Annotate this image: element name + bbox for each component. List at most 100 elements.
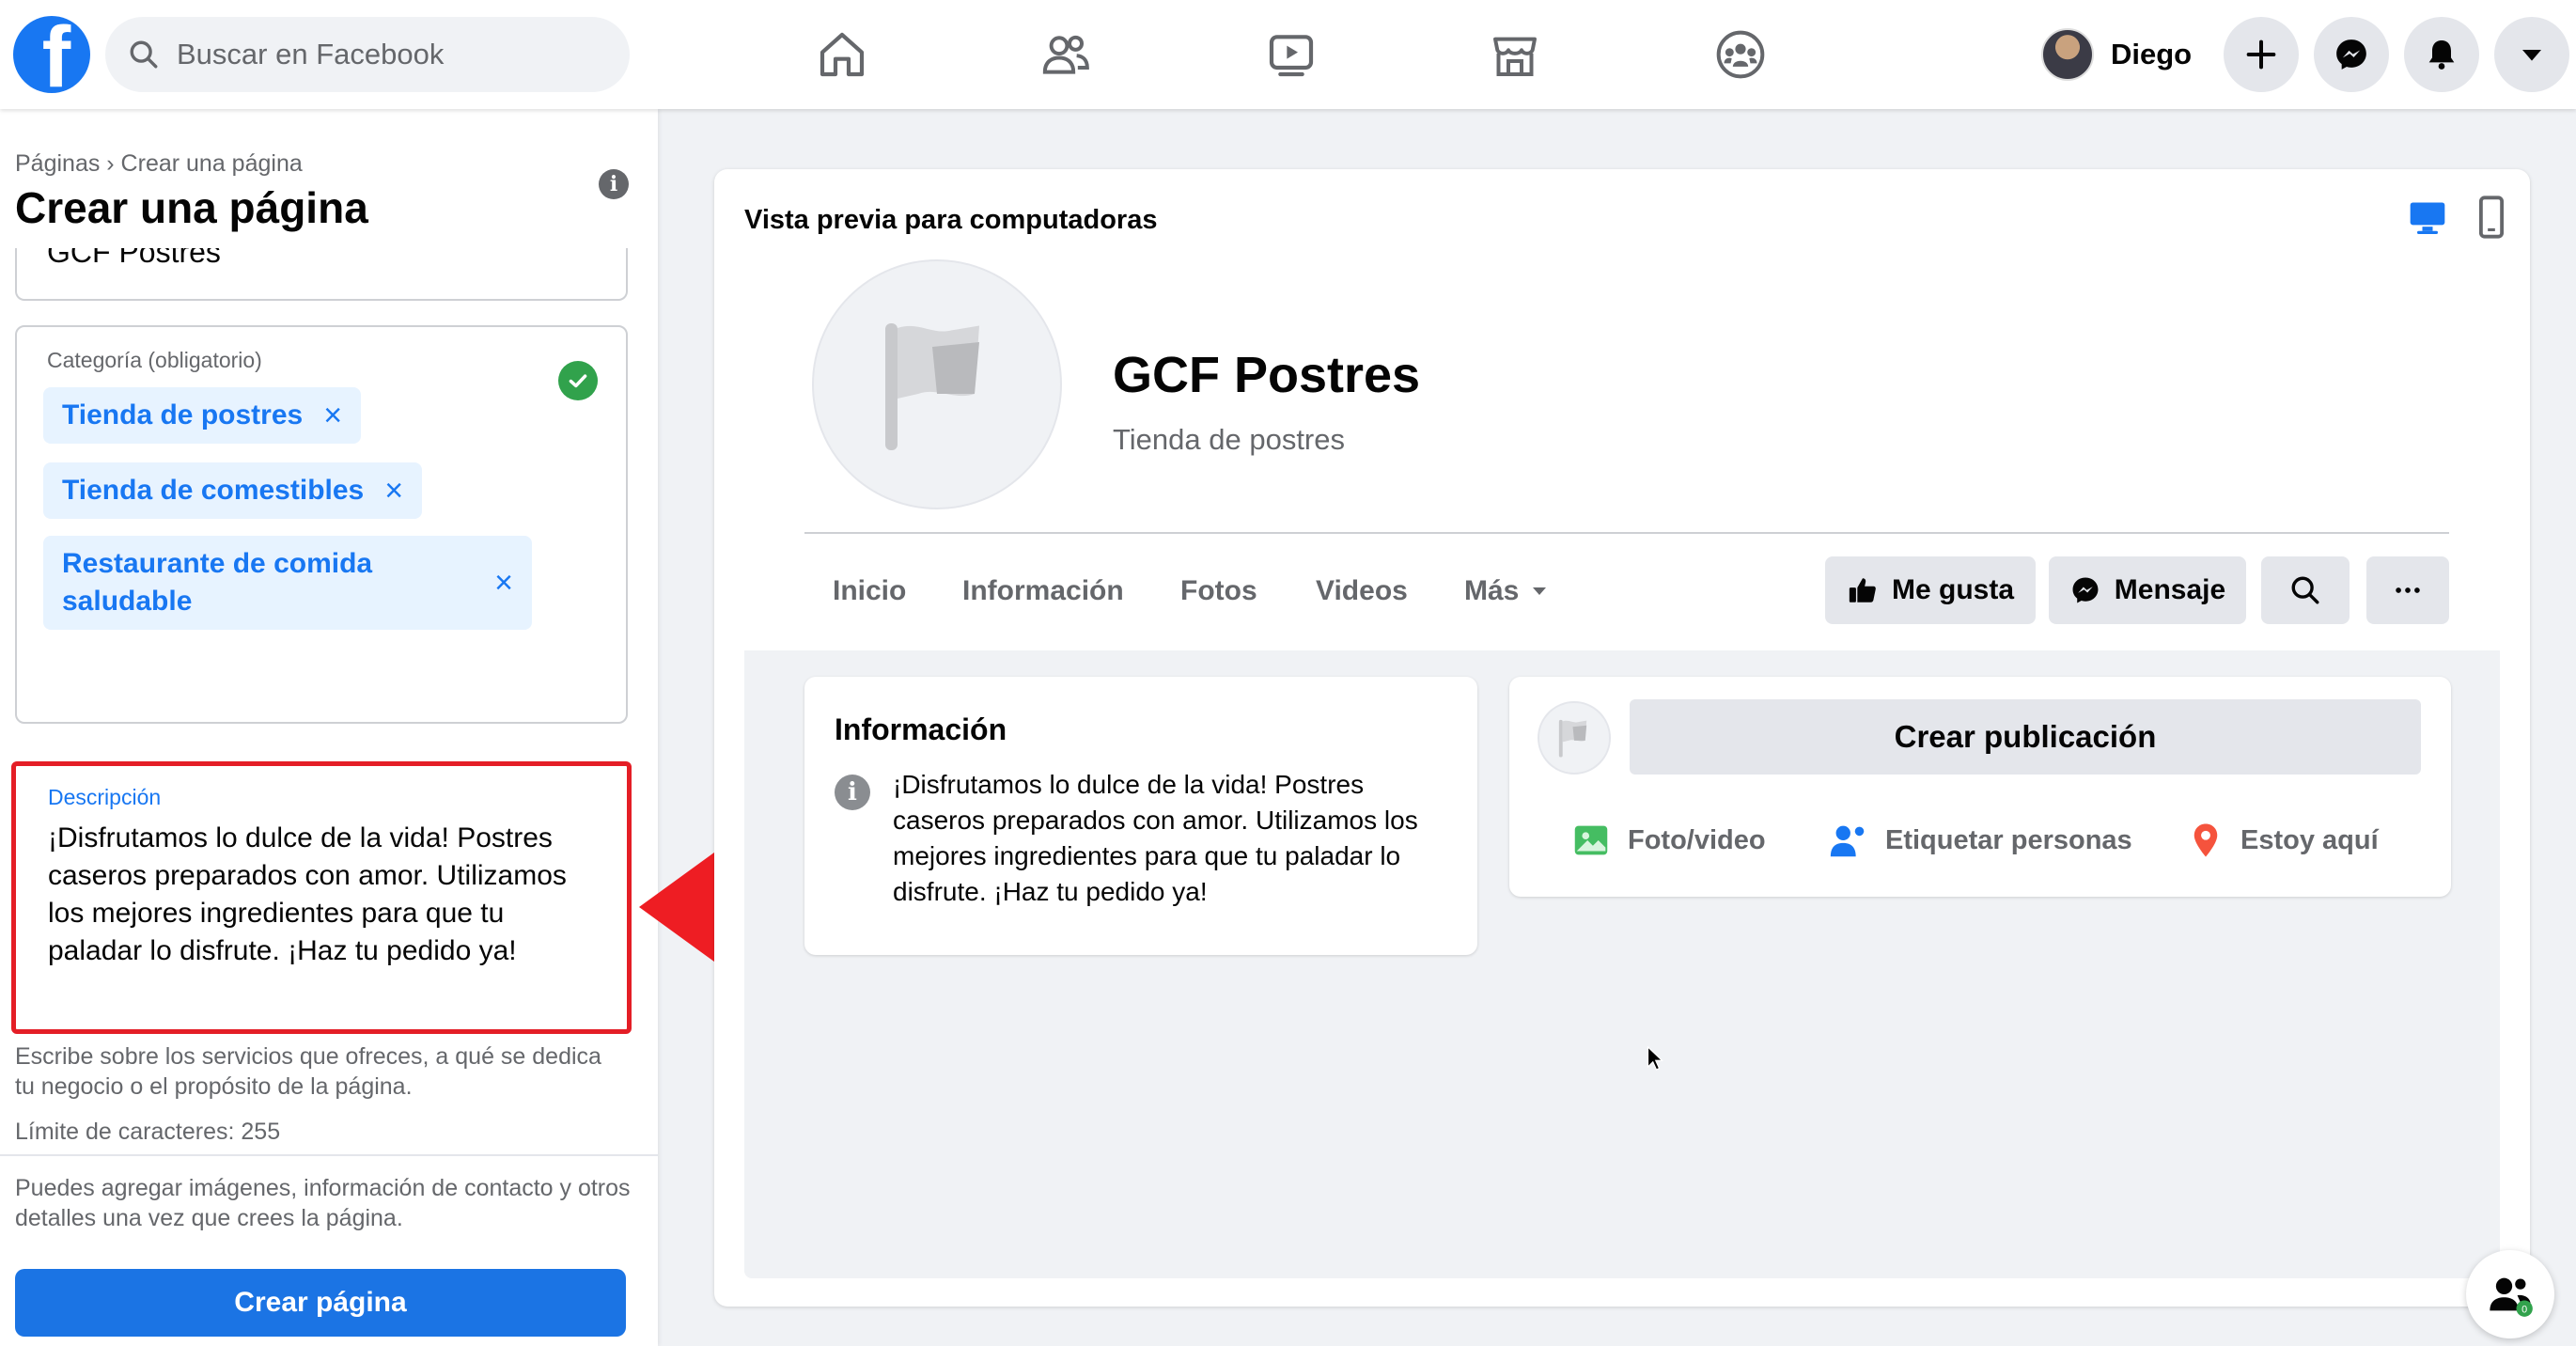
search-page-button[interactable] — [2261, 556, 2350, 624]
contacts-icon: 0 — [2490, 1277, 2533, 1317]
account-menu-button[interactable] — [2494, 17, 2569, 92]
close-icon[interactable]: × — [494, 564, 513, 602]
more-options-button[interactable] — [2366, 556, 2449, 624]
create-page-button[interactable]: Crear página — [15, 1269, 626, 1337]
page-title: Crear una página — [15, 183, 368, 232]
search-box[interactable] — [105, 17, 630, 92]
page-name-value: GCF Postres — [47, 248, 221, 269]
category-label: Categoría (obligatorio) — [47, 348, 262, 372]
description-label: Descripción — [48, 785, 162, 809]
photo-icon — [1574, 825, 1608, 855]
check-in-label: Estoy aquí — [2240, 824, 2379, 855]
more-icon — [2396, 587, 2420, 593]
friends-icon — [1042, 35, 1089, 74]
message-button-label: Mensaje — [2114, 574, 2226, 605]
tag-people-label: Etiquetar personas — [1885, 824, 2132, 855]
tab-fotos[interactable]: Fotos — [1180, 575, 1257, 607]
messenger-icon — [2072, 577, 2099, 603]
divider — [0, 1154, 658, 1156]
divider — [804, 532, 2449, 534]
thumbs-up-icon — [1849, 578, 1876, 603]
marketplace-icon — [1493, 37, 1537, 76]
description-text[interactable]: ¡Disfrutamos lo dulce de la vida! Postre… — [48, 820, 599, 970]
groups-icon — [1716, 30, 1765, 79]
close-icon[interactable]: × — [323, 398, 342, 434]
avatar — [2041, 28, 2094, 81]
info-note-text: Puedes agregar imágenes, información de … — [15, 1175, 631, 1231]
photo-video-label: Foto/video — [1628, 824, 1766, 855]
marketplace-nav-button[interactable] — [1481, 21, 1549, 88]
desktop-icon[interactable] — [2406, 197, 2449, 239]
top-navigation-bar: f Diego — [0, 0, 2576, 109]
profile-button[interactable]: Diego — [2041, 21, 2192, 88]
tab-mas-label: Más — [1464, 575, 1520, 606]
preview-page-category: Tienda de postres — [1113, 423, 1346, 456]
watch-nav-button[interactable] — [1257, 21, 1325, 88]
messenger-icon — [2336, 39, 2366, 70]
preview-title: Vista previa para computadoras — [744, 205, 1158, 235]
category-chip[interactable]: Tienda de comestibles × — [43, 462, 423, 519]
character-limit-text: Límite de caracteres: 255 — [15, 1119, 281, 1145]
home-icon — [820, 32, 865, 77]
location-pin-icon — [2194, 823, 2218, 857]
friends-nav-button[interactable] — [1032, 21, 1100, 88]
flag-icon — [1558, 719, 1587, 758]
description-help-text: Escribe sobre los servicios que ofreces,… — [15, 1043, 601, 1100]
search-icon — [2291, 576, 2319, 604]
mouse-cursor-icon — [1647, 1045, 1663, 1071]
tab-mas[interactable]: Más — [1464, 575, 1551, 607]
contacts-button[interactable]: 0 — [2466, 1250, 2554, 1338]
mobile-icon[interactable] — [2477, 196, 2506, 239]
create-post-button[interactable]: Crear publicación — [1630, 699, 2421, 775]
bell-icon — [2428, 40, 2455, 70]
contacts-count: 0 — [2521, 1305, 2527, 1316]
check-icon — [558, 361, 598, 400]
facebook-logo-letter: f — [41, 16, 71, 93]
info-card: Información i ¡Disfrutamos lo dulce de l… — [804, 677, 1477, 955]
info-icon[interactable]: i — [599, 169, 629, 199]
photo-video-button[interactable]: Foto/video — [1569, 818, 1766, 863]
watch-icon — [1269, 35, 1314, 77]
message-button[interactable]: Mensaje — [2049, 556, 2246, 624]
check-in-button[interactable]: Estoy aquí — [2186, 818, 2379, 863]
info-card-text: ¡Disfrutamos lo dulce de la vida! Postre… — [893, 770, 1418, 906]
category-chip[interactable]: Tienda de postres × — [43, 387, 362, 444]
category-field[interactable]: Categoría (obligatorio) Tienda de postre… — [15, 325, 628, 724]
tag-people-icon — [1830, 825, 1865, 857]
groups-nav-button[interactable] — [1707, 21, 1774, 88]
like-button[interactable]: Me gusta — [1825, 556, 2036, 624]
caret-down-icon — [1533, 587, 1547, 595]
info-icon: i — [835, 775, 870, 810]
create-page-panel: Páginas › Crear una página Crear una pág… — [0, 109, 658, 1346]
caret-down-icon — [2522, 50, 2541, 61]
category-chip-label: Tienda de comestibles — [62, 475, 365, 506]
page-profile-picture — [812, 259, 1062, 509]
tab-inicio[interactable]: Inicio — [833, 575, 906, 607]
profile-name: Diego — [2111, 38, 2193, 70]
close-icon[interactable]: × — [384, 473, 403, 509]
category-chip-label: Tienda de postres — [62, 399, 304, 430]
facebook-logo[interactable]: f — [13, 16, 90, 93]
desktop-preview-card: Vista previa para computadoras GCF Postr… — [714, 169, 2530, 1307]
category-chip[interactable]: Restaurante de comida saludable × — [43, 536, 532, 630]
page-name-field[interactable]: GCF Postres — [15, 248, 628, 301]
create-button[interactable] — [2224, 17, 2299, 92]
notifications-button[interactable] — [2404, 17, 2479, 92]
tab-informacion[interactable]: Información — [962, 575, 1124, 607]
search-input[interactable] — [177, 38, 571, 71]
info-card-title: Información — [835, 712, 1007, 746]
tab-videos[interactable]: Videos — [1316, 575, 1408, 607]
description-field[interactable]: Descripción ¡Disfrutamos lo dulce de la … — [11, 761, 632, 1034]
search-icon — [130, 40, 158, 69]
like-button-label: Me gusta — [1891, 574, 2015, 605]
flag-icon — [885, 323, 979, 450]
tag-people-button[interactable]: Etiquetar personas — [1827, 818, 2132, 863]
create-post-card: Crear publicación Foto/video Etiquetar p… — [1509, 677, 2451, 897]
home-nav-button[interactable] — [808, 21, 876, 88]
post-avatar — [1538, 701, 1611, 775]
plus-icon — [2246, 39, 2276, 70]
category-chip-label: Restaurante de comida saludable — [62, 548, 373, 617]
preview-page-name: GCF Postres — [1113, 347, 1421, 403]
messenger-button[interactable] — [2314, 17, 2389, 92]
breadcrumb: Páginas › Crear una página — [15, 150, 303, 177]
